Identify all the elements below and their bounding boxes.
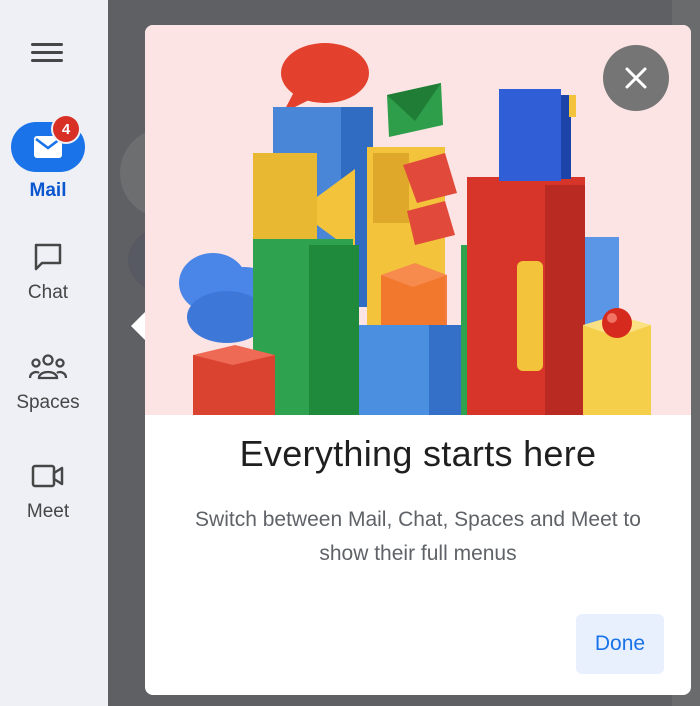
mail-icon-container: 4 bbox=[11, 116, 85, 172]
chat-icon-container bbox=[11, 240, 85, 274]
video-camera-icon bbox=[31, 464, 64, 488]
done-button[interactable]: Done bbox=[576, 614, 664, 674]
hero-illustration-area bbox=[145, 25, 691, 415]
spaces-icon bbox=[29, 354, 67, 380]
close-button[interactable] bbox=[603, 45, 669, 111]
chat-icon bbox=[34, 243, 62, 271]
nav-item-meet[interactable]: Meet bbox=[0, 459, 96, 523]
callout-pointer bbox=[131, 311, 146, 341]
nav-item-label: Spaces bbox=[16, 392, 80, 413]
dialog-description: Switch between Mail, Chat, Spaces and Me… bbox=[195, 508, 641, 565]
nav-item-chat[interactable]: Chat bbox=[0, 240, 96, 304]
onboarding-dialog: Everything starts here Switch between Ma… bbox=[145, 25, 691, 695]
hamburger-menu-icon[interactable] bbox=[31, 41, 65, 65]
nav-item-label: Chat bbox=[27, 282, 69, 303]
dialog-title: Everything starts here bbox=[239, 433, 597, 474]
nav-item-label: Mail bbox=[29, 180, 67, 201]
nav-item-mail[interactable]: 4 Mail bbox=[0, 116, 96, 202]
unread-count-badge: 4 bbox=[53, 116, 79, 142]
nav-item-spaces[interactable]: Spaces bbox=[0, 350, 96, 414]
close-icon bbox=[625, 67, 647, 89]
spaces-icon-container bbox=[11, 350, 85, 384]
meet-icon-container bbox=[11, 459, 85, 493]
navigation-rail: 4 Mail Chat Spaces Meet bbox=[0, 0, 108, 706]
nav-item-label: Meet bbox=[26, 501, 70, 522]
